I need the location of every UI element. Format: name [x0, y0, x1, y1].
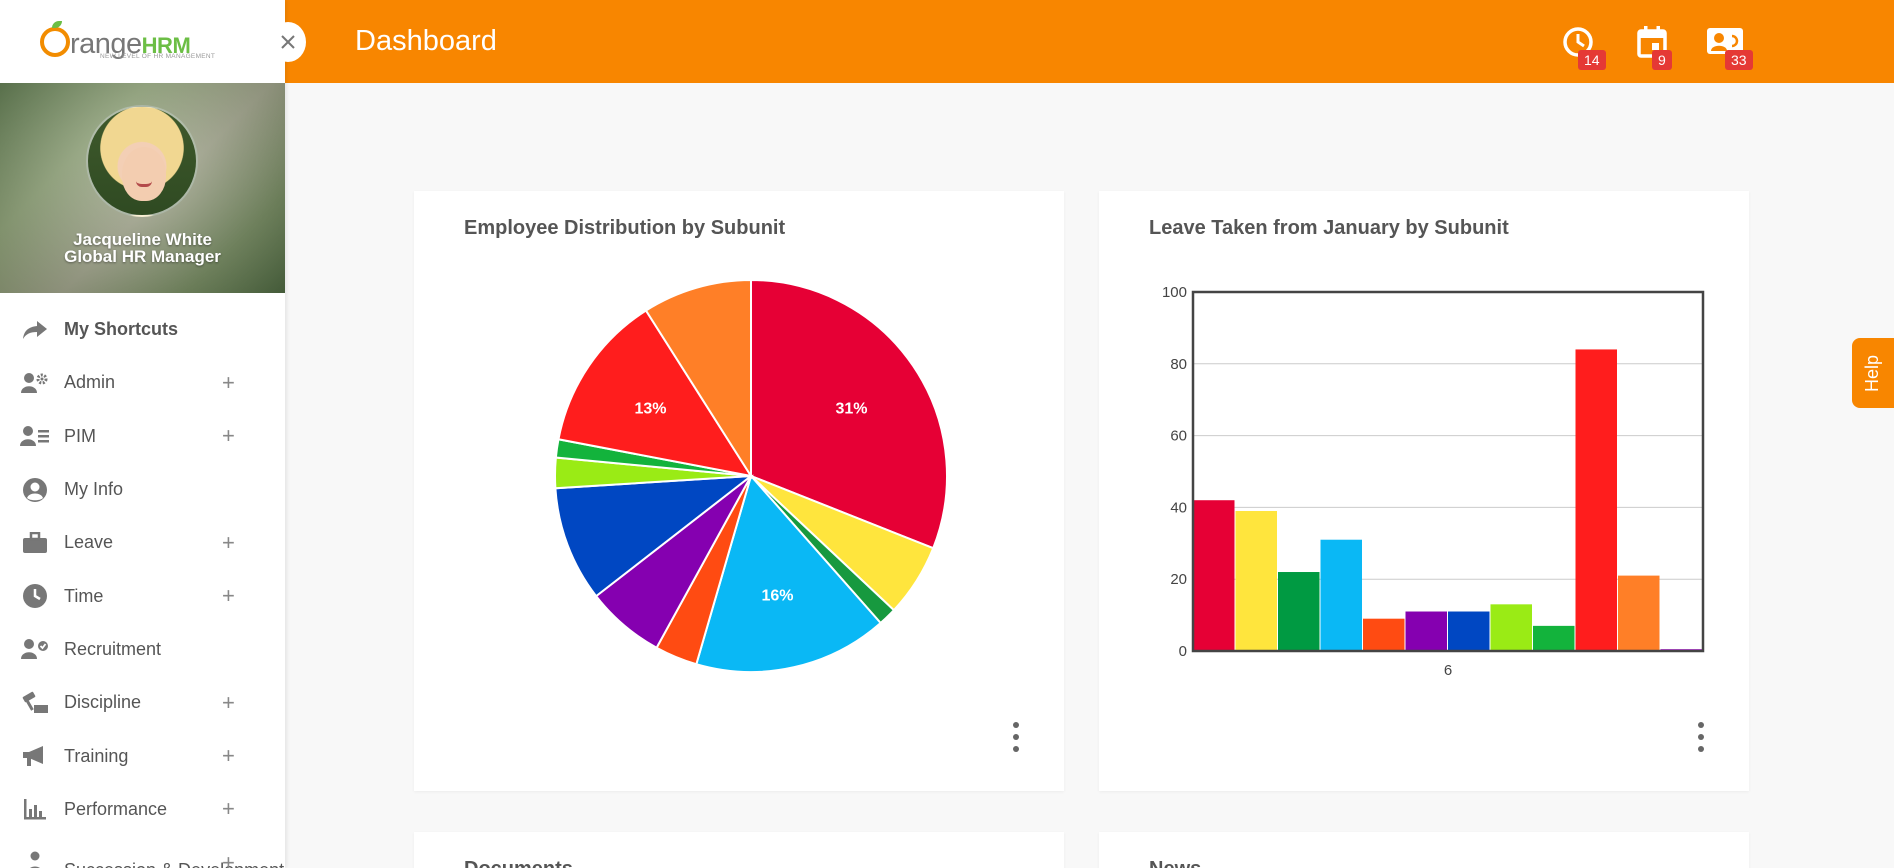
sidebar-item-succession-development[interactable]: Succession & Development+ — [0, 836, 285, 868]
expand-plus-icon[interactable]: + — [222, 796, 235, 822]
expand-plus-icon[interactable]: + — [222, 850, 235, 868]
briefcase-icon — [20, 528, 50, 558]
y-tick-label: 80 — [1170, 356, 1187, 373]
sidebar-item-pim[interactable]: PIM + — [0, 410, 285, 463]
chevron-down-icon[interactable] — [254, 333, 270, 343]
sidebar-item-recruitment[interactable]: Recruitment — [0, 623, 285, 676]
profile-name: Jacqueline White — [73, 230, 212, 249]
bar[interactable] — [1575, 349, 1618, 651]
notification-badge: 14 — [1578, 50, 1606, 70]
page-title: Dashboard — [355, 25, 497, 57]
bar-chart-icon — [20, 794, 50, 824]
help-tab[interactable]: Help — [1852, 338, 1894, 408]
admin-users-gear-icon — [20, 368, 50, 398]
sidebar-item-label: Admin — [64, 372, 116, 393]
card-title: News — [1149, 858, 1201, 868]
expand-plus-icon[interactable]: + — [222, 743, 235, 769]
sidebar-item-my-shortcuts[interactable]: My Shortcuts — [0, 303, 285, 356]
y-tick-label: 0 — [1179, 643, 1187, 660]
pie-slice-label: 13% — [634, 401, 666, 418]
bar[interactable] — [1363, 618, 1405, 651]
employee-distribution-card: Employee Distribution by Subunit 31% 16% 1… — [414, 191, 1064, 791]
contacts-notifications-button[interactable]: 33 — [1705, 22, 1753, 70]
profile-role: Global HR Manager — [64, 247, 221, 266]
sidebar-item-label: PIM — [64, 425, 97, 446]
bar[interactable] — [1618, 575, 1660, 651]
sidebar-item-performance[interactable]: Performance + — [0, 783, 285, 836]
expand-plus-icon[interactable]: + — [222, 423, 235, 449]
y-tick-label: 40 — [1170, 499, 1187, 516]
top-header-bar: Dashboard 14 9 33 — [285, 0, 1894, 83]
bar[interactable] — [1405, 611, 1448, 651]
megaphone-icon — [20, 741, 50, 771]
y-tick-label: 20 — [1170, 571, 1187, 588]
card-title: Documents — [464, 858, 573, 868]
notification-badge: 33 — [1725, 50, 1753, 70]
sidebar-item-my-info[interactable]: My Info — [0, 463, 285, 516]
sidebar-item-label: Recruitment — [64, 638, 162, 659]
leave-taken-bar-chart: 0 20 40 60 80 100 6 — [1162, 284, 1705, 679]
sidebar-item-label: Performance — [64, 798, 168, 819]
sidebar-item-label: Time — [64, 585, 104, 606]
card-menu-button[interactable] — [1696, 722, 1706, 752]
bar[interactable] — [1448, 611, 1490, 651]
help-label: Help — [1862, 354, 1883, 392]
bar[interactable] — [1533, 625, 1575, 651]
leave-taken-card: Leave Taken from January by Subunit 0 20 4… — [1099, 191, 1749, 791]
documents-card: Documents — [414, 832, 1064, 868]
sidebar-item-label: Discipline — [64, 692, 142, 713]
bar[interactable] — [1320, 539, 1363, 651]
pim-user-list-icon — [20, 421, 50, 451]
bar[interactable] — [1235, 510, 1278, 651]
news-card: News — [1099, 832, 1749, 868]
orangehrm-logo[interactable]: rangeHRM NEW LEVEL OF HR MANAGEMENT — [0, 0, 285, 83]
pie-slice-label: 31% — [835, 401, 867, 418]
sidebar-item-time[interactable]: Time + — [0, 569, 285, 622]
clock-icon — [20, 581, 50, 611]
close-icon — [281, 35, 295, 49]
bar[interactable] — [1193, 500, 1235, 651]
sidebar-menu: My Shortcuts Admin + PIM + My Info Leave + Time +… — [0, 293, 285, 868]
expand-plus-icon[interactable]: + — [222, 690, 235, 716]
sidebar-item-label: Training — [64, 745, 129, 766]
sidebar-item-label: My Info — [64, 479, 124, 500]
sidebar-item-admin[interactable]: Admin + — [0, 356, 285, 409]
discipline-hammer-icon — [20, 688, 50, 718]
sidebar-item-label: Succession & Development — [64, 860, 284, 868]
logo-tagline: NEW LEVEL OF HR MANAGEMENT — [100, 53, 216, 60]
orange-logo-icon — [40, 20, 70, 57]
user-check-icon — [20, 634, 50, 664]
employee-distribution-pie-chart: 31% 16% 13% — [554, 278, 948, 673]
expand-plus-icon[interactable]: + — [222, 370, 235, 396]
avatar — [86, 105, 198, 217]
sidebar: rangeHRM NEW LEVEL OF HR MANAGEMENT Jacq… — [0, 0, 285, 868]
card-menu-button[interactable] — [1011, 722, 1021, 752]
pie-slice-label: 16% — [761, 588, 793, 605]
sidebar-item-leave[interactable]: Leave + — [0, 516, 285, 569]
succession-icon — [20, 848, 50, 868]
sidebar-item-label: My Shortcuts — [64, 319, 179, 340]
y-tick-label: 100 — [1162, 284, 1187, 301]
calendar-notifications-button[interactable]: 9 — [1632, 22, 1672, 70]
bar[interactable] — [1278, 572, 1320, 651]
y-tick-label: 60 — [1170, 428, 1187, 445]
close-sidebar-button[interactable] — [270, 22, 306, 62]
expand-plus-icon[interactable]: + — [222, 583, 235, 609]
x-tick-label: 6 — [1444, 662, 1452, 679]
share-arrow-icon — [20, 315, 50, 345]
sidebar-item-discipline[interactable]: Discipline + — [0, 676, 285, 729]
expand-plus-icon[interactable]: + — [222, 530, 235, 556]
sidebar-item-training[interactable]: Training + — [0, 729, 285, 782]
timesheet-notifications-button[interactable]: 14 — [1558, 22, 1606, 70]
sidebar-item-label: Leave — [64, 532, 114, 553]
account-circle-icon — [20, 475, 50, 505]
bar[interactable] — [1490, 604, 1533, 651]
user-profile-panel[interactable]: Jacqueline White Global HR Manager — [0, 83, 285, 343]
notification-badge: 9 — [1652, 50, 1672, 70]
